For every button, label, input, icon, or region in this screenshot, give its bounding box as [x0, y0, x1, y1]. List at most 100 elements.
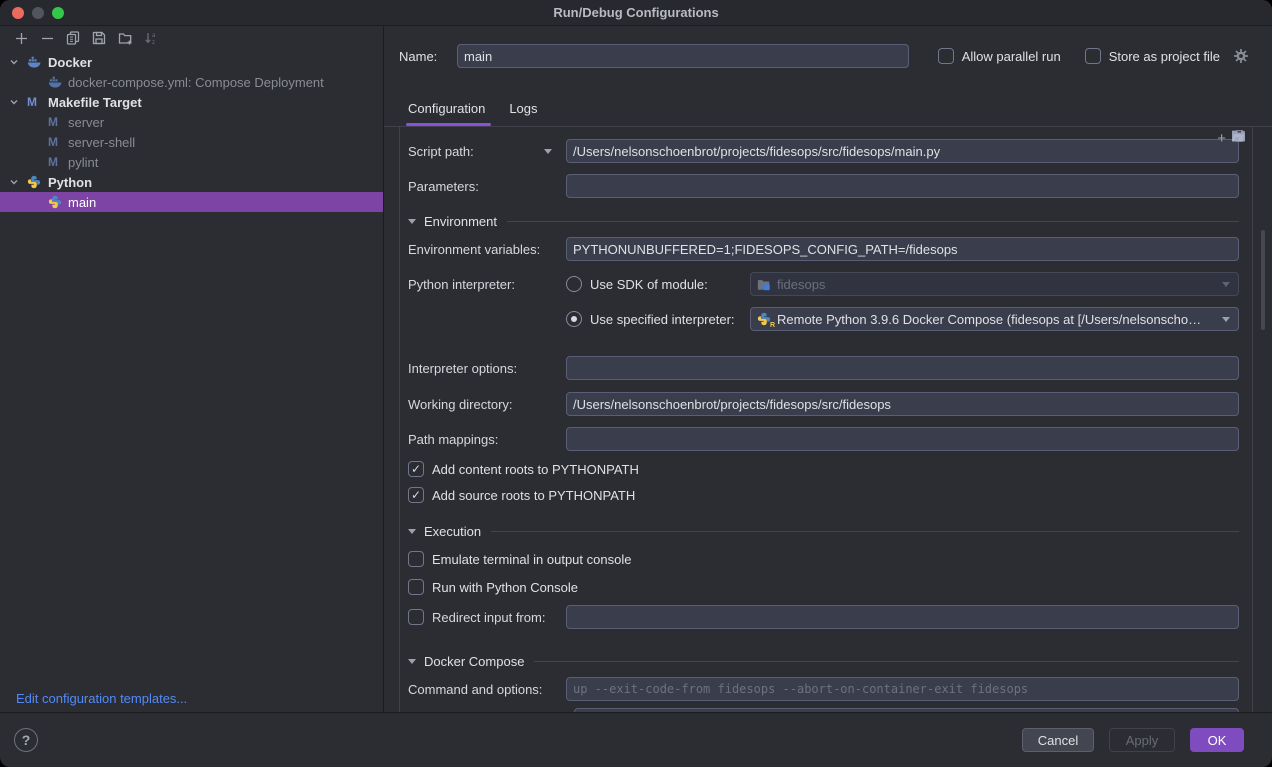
add-source-roots-checkbox[interactable]: ✓ [408, 487, 424, 503]
tree-item-makefile-target[interactable]: M Makefile Target [0, 92, 383, 112]
add-configuration-button[interactable] [8, 28, 34, 48]
interpreter-options-input[interactable] [566, 356, 1239, 380]
working-directory-input[interactable]: /Users/nelsonschoenbrot/projects/fidesop… [566, 392, 1239, 416]
docker-compose-section-header[interactable]: Docker Compose [400, 653, 1252, 669]
module-select[interactable]: fidesops [750, 272, 1239, 296]
minimize-window-button[interactable] [32, 7, 44, 19]
command-placeholder: up --exit-code-from fidesops --abort-on-… [573, 682, 1028, 696]
chevron-down-icon[interactable] [8, 96, 20, 108]
tab-logs[interactable]: Logs [509, 101, 537, 126]
allow-parallel-run-option: Allow parallel run [938, 48, 1061, 64]
path-mappings-row: Path mappings: [400, 427, 1252, 451]
allow-parallel-run-checkbox[interactable] [938, 48, 954, 64]
python-interpreter-sdk-row: Python interpreter: Use SDK of module: f… [400, 272, 1252, 296]
svg-text:z: z [152, 40, 155, 45]
tree-item-docker-compose[interactable]: docker-compose.yml: Compose Deployment [0, 72, 383, 92]
tree-item-server-shell[interactable]: M server-shell [0, 132, 383, 152]
chevron-down-icon[interactable] [1222, 317, 1230, 322]
sidebar-toolbar: az [0, 26, 383, 50]
add-macro-icon[interactable]: + [1217, 131, 1226, 146]
use-specified-radio[interactable] [566, 311, 582, 327]
help-button[interactable]: ? [14, 728, 38, 752]
gear-icon[interactable] [1234, 49, 1248, 63]
execution-section-header[interactable]: Execution [400, 523, 1252, 539]
close-window-button[interactable] [12, 7, 24, 19]
traffic-lights [12, 7, 64, 19]
chevron-down-icon[interactable] [8, 176, 20, 188]
expand-icon[interactable] [1234, 129, 1246, 147]
section-divider [507, 221, 1239, 222]
chevron-down-icon[interactable] [1222, 282, 1230, 287]
tree-item-server[interactable]: M server [0, 112, 383, 132]
makefile-icon: M [27, 95, 42, 109]
copy-configuration-button[interactable] [60, 28, 86, 48]
run-with-python-console-checkbox[interactable] [408, 579, 424, 595]
apply-button[interactable]: Apply [1109, 728, 1175, 752]
edit-configuration-templates-link[interactable]: Edit configuration templates... [16, 691, 187, 706]
store-as-project-file-option: Store as project file [1085, 48, 1248, 64]
remove-configuration-button[interactable] [34, 28, 60, 48]
name-label: Name: [399, 49, 457, 64]
add-content-roots-label: Add content roots to PYTHONPATH [432, 462, 639, 477]
makefile-icon: M [48, 115, 63, 129]
scrollbar-thumb[interactable] [1261, 230, 1265, 330]
ok-button[interactable]: OK [1190, 728, 1244, 752]
python-icon [27, 175, 42, 189]
name-input[interactable]: main [457, 44, 909, 68]
collapse-triangle-icon[interactable] [408, 219, 416, 224]
name-row: Name: main Allow parallel run Store as p… [384, 44, 1272, 68]
add-content-roots-checkbox[interactable]: ✓ [408, 461, 424, 477]
add-source-roots-option: ✓ Add source roots to PYTHONPATH [400, 486, 1252, 504]
collapse-triangle-icon[interactable] [408, 659, 416, 664]
minus-icon [41, 32, 54, 45]
docker-icon [27, 55, 42, 69]
tree-item-python[interactable]: Python [0, 172, 383, 192]
python-icon [48, 195, 63, 209]
add-source-roots-label: Add source roots to PYTHONPATH [432, 488, 635, 503]
working-directory-label: Working directory: [408, 397, 513, 412]
titlebar: Run/Debug Configurations [0, 0, 1272, 26]
docker-compose-section-label: Docker Compose [424, 654, 524, 669]
chevron-down-icon[interactable] [544, 149, 552, 154]
tree-item-main[interactable]: main [0, 192, 383, 212]
sort-configurations-button[interactable]: az [138, 28, 164, 48]
execution-section-label: Execution [424, 524, 481, 539]
use-sdk-of-module-option: Use SDK of module: [566, 276, 750, 292]
new-folder-button[interactable] [112, 28, 138, 48]
redirect-input-checkbox[interactable] [408, 609, 424, 625]
script-path-input[interactable]: /Users/nelsonschoenbrot/projects/fidesop… [566, 139, 1239, 163]
interpreter-select[interactable]: R Remote Python 3.9.6 Docker Compose (fi… [750, 307, 1239, 331]
path-mappings-input[interactable] [566, 427, 1239, 451]
chevron-down-icon[interactable] [8, 56, 20, 68]
editor-tabs: Configuration Logs [384, 86, 1272, 127]
collapse-triangle-icon[interactable] [408, 529, 416, 534]
working-directory-row: Working directory: /Users/nelsonschoenbr… [400, 392, 1252, 416]
python-interpreter-specified-row: Use specified interpreter: R Remote Pyth… [400, 307, 1252, 331]
use-sdk-radio[interactable] [566, 276, 582, 292]
parameters-input[interactable] [566, 174, 1239, 198]
interpreter-select-value: Remote Python 3.9.6 Docker Compose (fide… [777, 312, 1201, 327]
cancel-button[interactable]: Cancel [1022, 728, 1094, 752]
tree-item-pylint[interactable]: M pylint [0, 152, 383, 172]
run-with-python-console-option: Run with Python Console [400, 578, 1252, 596]
zoom-window-button[interactable] [52, 7, 64, 19]
section-divider [534, 661, 1239, 662]
window-title: Run/Debug Configurations [553, 5, 718, 20]
clipped-next-field[interactable] [574, 708, 1239, 712]
configuration-editor: Name: main Allow parallel run Store as p… [384, 26, 1272, 712]
tree-item-docker[interactable]: Docker [0, 52, 383, 72]
dialog-footer: ? Cancel Apply OK [0, 712, 1272, 767]
redirect-input-input[interactable] [566, 605, 1239, 629]
tab-configuration[interactable]: Configuration [408, 101, 485, 126]
store-as-project-file-checkbox[interactable] [1085, 48, 1101, 64]
emulate-terminal-checkbox[interactable] [408, 551, 424, 567]
docker-icon [48, 75, 63, 89]
save-configuration-button[interactable] [86, 28, 112, 48]
command-and-options-input[interactable]: up --exit-code-from fidesops --abort-on-… [566, 677, 1239, 701]
environment-section-header[interactable]: Environment [400, 213, 1252, 229]
use-sdk-label: Use SDK of module: [590, 277, 708, 292]
save-icon [92, 31, 106, 45]
makefile-icon: M [48, 155, 63, 169]
environment-variables-input[interactable]: PYTHONUNBUFFERED=1;FIDESOPS_CONFIG_PATH=… [566, 237, 1239, 261]
module-select-value: fidesops [777, 277, 825, 292]
